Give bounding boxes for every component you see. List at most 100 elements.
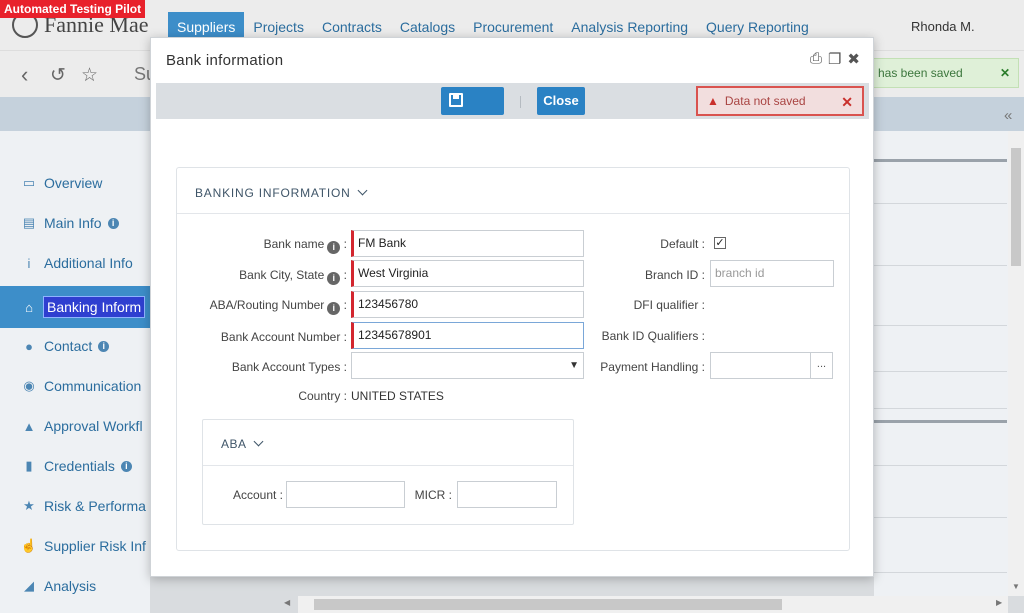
dfi-qualifier-label: DFI qualifier : xyxy=(633,298,705,312)
bank-city-field[interactable]: West Virginia xyxy=(351,260,584,287)
account-types-select[interactable]: ▼ xyxy=(351,352,584,379)
sidebar-item[interactable]: ▤ Main Info i xyxy=(0,203,150,243)
content-divider xyxy=(874,465,1007,466)
aba-toggle[interactable]: ABA xyxy=(221,436,263,451)
label-colon: : xyxy=(343,268,347,282)
sidebar-item-label: Overview xyxy=(44,175,103,191)
aba-routing-label: ABA/Routing Number i : xyxy=(187,298,347,315)
help-icon[interactable]: i xyxy=(327,272,341,285)
print-icon[interactable]: ⎙ xyxy=(810,50,822,68)
bank-icon: ⌂ xyxy=(25,299,33,315)
saved-toast-text: has been saved xyxy=(878,66,963,80)
payment-handling-field[interactable] xyxy=(710,352,811,379)
sidebar-item-label: Main Info xyxy=(44,215,102,231)
modal-tools: ⎙ ❐ ✖ xyxy=(810,50,860,68)
history-icon[interactable]: ↺ xyxy=(50,64,66,87)
lookup-button[interactable]: ... xyxy=(810,352,833,379)
sidebar-item-label: Additional Info xyxy=(44,255,133,271)
save-label: Save xyxy=(449,121,480,136)
label-text: ABA/Routing Number xyxy=(209,298,325,312)
horizontal-scrollbar[interactable] xyxy=(298,596,1008,613)
sidebar-item[interactable]: ● Contact i xyxy=(0,326,150,366)
scroll-left-icon[interactable]: ◀ xyxy=(284,598,290,607)
scroll-down-icon[interactable]: ▼ xyxy=(1012,582,1020,591)
help-icon[interactable]: i xyxy=(327,241,341,254)
sidebar-item-label: Communication xyxy=(44,378,142,394)
id-card-icon: ▤ xyxy=(22,215,36,230)
restore-window-icon[interactable]: ❐ xyxy=(828,50,841,68)
sidebar-item[interactable]: ◢ Analysis xyxy=(0,566,150,606)
chevron-down-icon xyxy=(253,436,263,447)
content-divider xyxy=(874,203,1007,204)
bank-name-label: Bank name i : xyxy=(197,237,347,254)
content-divider xyxy=(874,265,1007,266)
aba-account-field[interactable] xyxy=(286,481,405,508)
bank-name-field[interactable]: FM Bank xyxy=(351,230,584,257)
monitor-icon: ▭ xyxy=(22,175,36,190)
account-number-label: Bank Account Number : xyxy=(220,330,347,344)
sidebar-item[interactable]: ☝ Supplier Risk Inf xyxy=(0,526,150,566)
sidebar-item[interactable]: i Additional Info xyxy=(0,243,150,283)
sidebar-item-label: Supplier Risk Inf xyxy=(44,538,146,554)
scroll-thumb[interactable] xyxy=(1011,148,1021,266)
scroll-thumb[interactable] xyxy=(314,599,782,610)
info-icon[interactable]: i xyxy=(98,340,110,352)
info-icon[interactable]: i xyxy=(120,460,132,472)
sidebar-item[interactable]: ▭ Overview xyxy=(0,163,150,203)
error-toast-text: Data not saved xyxy=(724,94,806,108)
sidebar-item-label: Contact xyxy=(44,338,93,354)
sidebar-item-label: Banking Inform xyxy=(42,296,146,318)
modal-title: Bank information xyxy=(166,52,284,69)
toolbar-divider xyxy=(520,96,521,108)
account-types-label: Bank Account Types : xyxy=(231,360,347,374)
banking-info-panel: BANKING INFORMATION Bank name i : FM Bank… xyxy=(176,167,850,551)
info-icon: i xyxy=(27,255,31,271)
sidebar-item-label: Risk & Performa xyxy=(44,498,146,514)
sidebar-item-label: Analysis xyxy=(44,578,97,594)
users-icon: ● xyxy=(25,338,33,354)
micr-field[interactable] xyxy=(457,481,557,508)
label-colon: : xyxy=(343,298,347,312)
content-divider xyxy=(874,408,1007,409)
book-icon: ▮ xyxy=(25,458,33,473)
vertical-scrollbar[interactable] xyxy=(1008,131,1024,596)
default-checkbox[interactable]: ✓ xyxy=(714,237,726,249)
close-button[interactable]: Close xyxy=(537,87,585,115)
comments-icon: ◉ xyxy=(23,378,35,393)
section-title: BANKING INFORMATION xyxy=(195,186,351,200)
sidebar-item[interactable]: ⌂ Banking Inform xyxy=(0,286,150,328)
label-colon: : xyxy=(343,237,347,251)
aba-account-label: Account : xyxy=(232,488,283,502)
help-icon[interactable]: i xyxy=(327,302,341,315)
sidebar-item[interactable]: ▮ Credentials i xyxy=(0,446,150,486)
favorite-star-icon[interactable]: ☆ xyxy=(81,64,98,87)
chevron-down-icon xyxy=(357,185,368,196)
divider xyxy=(177,213,849,214)
close-icon[interactable]: ✖ xyxy=(847,50,860,68)
section-toggle[interactable]: BANKING INFORMATION xyxy=(195,185,368,200)
sidebar-item[interactable]: ★ Risk & Performa xyxy=(0,486,150,526)
testing-badge: Automated Testing Pilot xyxy=(0,0,146,18)
bank-id-qualifiers-label: Bank ID Qualifiers : xyxy=(601,329,705,343)
info-icon[interactable]: i xyxy=(107,217,119,229)
aba-routing-field[interactable]: 123456780 xyxy=(351,291,584,318)
star-icon: ★ xyxy=(23,498,35,513)
bank-city-label: Bank City, State i : xyxy=(197,268,347,285)
close-icon[interactable]: ✕ xyxy=(841,89,853,115)
content-divider xyxy=(874,572,1007,573)
content-divider xyxy=(874,420,1007,423)
close-icon[interactable]: ✕ xyxy=(1000,59,1010,87)
back-icon[interactable]: ‹ xyxy=(21,62,28,88)
sidebar-item[interactable]: ▲ Approval Workfl xyxy=(0,406,150,446)
aba-title: ABA xyxy=(221,437,247,451)
branch-id-field[interactable]: branch id xyxy=(710,260,834,287)
scroll-right-icon[interactable]: ▶ xyxy=(996,598,1002,607)
error-toast: ▲ Data not saved ✕ xyxy=(696,86,864,116)
save-button[interactable]: Save xyxy=(441,87,504,136)
sidebar-item[interactable]: ◉ Communication xyxy=(0,366,150,406)
thumbs-up-icon: ☝ xyxy=(20,538,38,553)
collapse-panel-icon[interactable]: « xyxy=(1004,107,1012,124)
account-number-field[interactable]: 12345678901 xyxy=(351,322,584,349)
micr-label: MICR : xyxy=(414,488,452,502)
user-name[interactable]: Rhonda M. xyxy=(911,19,975,34)
